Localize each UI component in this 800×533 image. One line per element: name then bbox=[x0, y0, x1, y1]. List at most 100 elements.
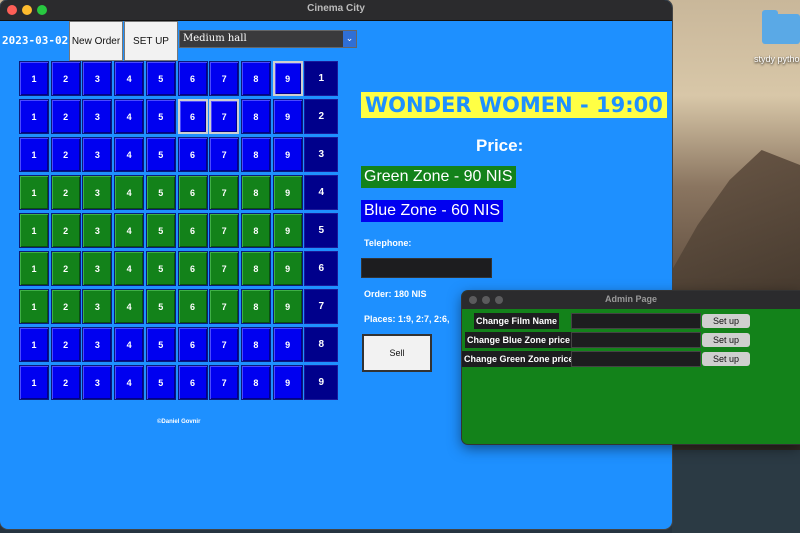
seat-button[interactable]: 2 bbox=[50, 251, 81, 286]
seat-button[interactable]: 1 bbox=[19, 137, 49, 172]
seat-button[interactable]: 4 bbox=[114, 137, 145, 172]
seat-button[interactable]: 9 bbox=[272, 365, 303, 400]
seat-button[interactable]: 8 bbox=[240, 327, 271, 362]
seat-button[interactable]: 2 bbox=[50, 61, 81, 96]
seat-button[interactable]: 9 bbox=[272, 289, 303, 324]
hall-select[interactable]: Medium hall ⌄ bbox=[179, 30, 357, 48]
seat-button[interactable]: 4 bbox=[114, 175, 145, 210]
seat-button[interactable]: 4 bbox=[114, 289, 145, 324]
seat-button[interactable]: 1 bbox=[19, 175, 49, 210]
seat-button[interactable]: 8 bbox=[240, 213, 271, 248]
seat-button[interactable]: 3 bbox=[82, 175, 113, 210]
setup-button[interactable]: SET UP bbox=[124, 21, 178, 61]
seat-button[interactable]: 7 bbox=[209, 365, 240, 400]
seat-button[interactable]: 8 bbox=[240, 251, 271, 286]
desktop-folder[interactable]: stydy pytho bbox=[754, 10, 800, 70]
seat-button[interactable]: 6 bbox=[177, 213, 208, 248]
seat-button[interactable]: 3 bbox=[82, 251, 113, 286]
seat-button[interactable]: 6 bbox=[177, 327, 208, 362]
seat-button[interactable]: 7 bbox=[209, 61, 240, 96]
green-zone-price: Green Zone - 90 NIS bbox=[361, 166, 516, 188]
seat-button[interactable]: 2 bbox=[50, 289, 81, 324]
seat-button[interactable]: 8 bbox=[240, 61, 271, 96]
seat-button[interactable]: 5 bbox=[145, 99, 176, 134]
admin-setup-button[interactable]: Set up bbox=[702, 333, 750, 347]
seat-button[interactable]: 3 bbox=[82, 61, 113, 96]
seat-button[interactable]: 8 bbox=[240, 137, 271, 172]
seat-button[interactable]: 9 bbox=[272, 251, 303, 286]
seat-button[interactable]: 9 bbox=[272, 327, 303, 362]
seat-button[interactable]: 6 bbox=[177, 289, 208, 324]
seat-button[interactable]: 4 bbox=[114, 61, 145, 96]
seat-button[interactable]: 1 bbox=[19, 289, 49, 324]
sell-button[interactable]: Sell bbox=[362, 334, 432, 372]
new-order-button[interactable]: New Order bbox=[69, 21, 123, 61]
seat-button[interactable]: 4 bbox=[114, 213, 145, 248]
film-title: WONDER WOMEN - 19:00 bbox=[361, 92, 667, 118]
seat-button[interactable]: 2 bbox=[50, 137, 81, 172]
seat-button[interactable]: 6 bbox=[177, 137, 208, 172]
seat-button[interactable]: 8 bbox=[240, 99, 271, 134]
admin-field-input[interactable] bbox=[571, 351, 701, 367]
seat-button[interactable]: 7 bbox=[209, 251, 240, 286]
telephone-input[interactable] bbox=[361, 258, 492, 278]
seat-button[interactable]: 8 bbox=[240, 175, 271, 210]
admin-setup-button[interactable]: Set up bbox=[702, 314, 750, 328]
seat-button[interactable]: 1 bbox=[19, 213, 49, 248]
seat-button[interactable]: 2 bbox=[50, 99, 81, 134]
seat-button[interactable]: 5 bbox=[145, 365, 176, 400]
seat-button[interactable]: 5 bbox=[145, 251, 176, 286]
admin-field-label: Change Blue Zone price bbox=[465, 332, 573, 348]
seat-button[interactable]: 2 bbox=[50, 327, 81, 362]
row-number: 7 bbox=[304, 289, 339, 324]
seat-button[interactable]: 3 bbox=[82, 213, 113, 248]
seat-button[interactable]: 9 bbox=[272, 213, 303, 248]
seat-button[interactable]: 3 bbox=[82, 327, 113, 362]
seat-button[interactable]: 6 bbox=[177, 61, 208, 96]
row-number: 9 bbox=[304, 365, 339, 400]
seat-button[interactable]: 5 bbox=[145, 213, 176, 248]
seat-button[interactable]: 5 bbox=[145, 289, 176, 324]
seat-button[interactable]: 9 bbox=[272, 99, 303, 134]
seat-button[interactable]: 3 bbox=[82, 99, 113, 134]
seat-button[interactable]: 3 bbox=[82, 365, 113, 400]
seat-button[interactable]: 9 bbox=[272, 61, 303, 96]
titlebar: Cinema City bbox=[0, 0, 672, 21]
seat-button[interactable]: 6 bbox=[177, 365, 208, 400]
seat-button[interactable]: 2 bbox=[50, 365, 81, 400]
seat-button[interactable]: 2 bbox=[50, 175, 81, 210]
seat-button[interactable]: 3 bbox=[82, 289, 113, 324]
seat-button[interactable]: 3 bbox=[82, 137, 113, 172]
seat-button[interactable]: 7 bbox=[209, 289, 240, 324]
seat-button[interactable]: 6 bbox=[177, 251, 208, 286]
seat-button[interactable]: 1 bbox=[19, 251, 49, 286]
seat-button[interactable]: 4 bbox=[114, 99, 145, 134]
seat-button[interactable]: 1 bbox=[19, 99, 49, 134]
seat-button[interactable]: 4 bbox=[114, 251, 145, 286]
seat-button[interactable]: 5 bbox=[145, 137, 176, 172]
seat-button[interactable]: 9 bbox=[272, 137, 303, 172]
admin-setup-button[interactable]: Set up bbox=[702, 352, 750, 366]
seat-button[interactable]: 6 bbox=[177, 99, 208, 134]
seat-button[interactable]: 5 bbox=[145, 61, 176, 96]
seat-button[interactable]: 5 bbox=[145, 327, 176, 362]
telephone-label: Telephone: bbox=[364, 238, 412, 248]
admin-field-input[interactable] bbox=[571, 332, 701, 348]
seat-button[interactable]: 1 bbox=[19, 365, 49, 400]
seat-button[interactable]: 7 bbox=[209, 175, 240, 210]
seat-button[interactable]: 5 bbox=[145, 175, 176, 210]
seat-button[interactable]: 8 bbox=[240, 289, 271, 324]
seat-button[interactable]: 7 bbox=[209, 213, 240, 248]
admin-field-input[interactable] bbox=[571, 313, 701, 329]
seat-button[interactable]: 2 bbox=[50, 213, 81, 248]
seat-button[interactable]: 4 bbox=[114, 327, 145, 362]
seat-button[interactable]: 9 bbox=[272, 175, 303, 210]
seat-button[interactable]: 6 bbox=[177, 175, 208, 210]
seat-button[interactable]: 1 bbox=[19, 327, 49, 362]
seat-button[interactable]: 8 bbox=[240, 365, 271, 400]
seat-button[interactable]: 1 bbox=[19, 61, 49, 96]
seat-button[interactable]: 4 bbox=[114, 365, 145, 400]
seat-button[interactable]: 7 bbox=[209, 327, 240, 362]
seat-button[interactable]: 7 bbox=[209, 99, 240, 134]
seat-button[interactable]: 7 bbox=[209, 137, 240, 172]
